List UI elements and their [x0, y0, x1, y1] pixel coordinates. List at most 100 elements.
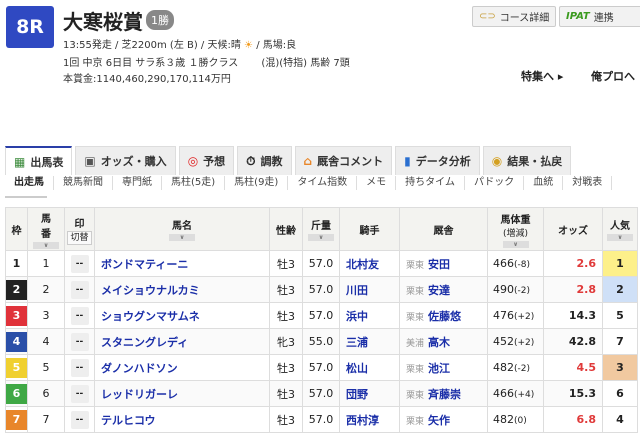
- mark-select[interactable]: --: [70, 358, 89, 377]
- odds-value[interactable]: 14.3: [543, 302, 603, 329]
- blog-link[interactable]: 俺プロへ: [591, 68, 635, 84]
- odds-value[interactable]: 42.8: [543, 328, 603, 355]
- tab-5[interactable]: ▮ データ分析: [395, 146, 480, 175]
- trainer-link[interactable]: 佐藤悠: [428, 310, 461, 323]
- frame-cell: 2: [5, 276, 28, 303]
- col-pop[interactable]: 人気 ∨: [602, 207, 638, 251]
- tab-label: オッズ・購入: [100, 155, 167, 168]
- col-umaban[interactable]: 馬 番 ∨: [27, 207, 65, 251]
- horse-name-link[interactable]: ダノンハドソン: [94, 354, 270, 381]
- odds-value[interactable]: 2.8: [543, 276, 603, 303]
- trainer-link[interactable]: 高木: [428, 336, 450, 349]
- trainer-link[interactable]: 矢作: [428, 414, 450, 427]
- toggle-button[interactable]: 切替: [67, 231, 92, 245]
- horse-name-link[interactable]: テルヒコウ: [94, 406, 270, 433]
- body-weight: 466(+4): [487, 380, 544, 407]
- mark-select[interactable]: --: [70, 332, 89, 351]
- mark-cell: --: [64, 406, 95, 433]
- sort-chevron-icon[interactable]: ∨: [502, 240, 529, 248]
- race-number: 8R: [6, 6, 54, 48]
- subtab-9[interactable]: 血統: [524, 176, 564, 190]
- tab-2[interactable]: ◎ 予想: [178, 146, 235, 175]
- entry-table: 枠 馬 番 ∨ 印切替 馬名 ∨ 性齢 斤量 ∨ 騎手 厩舎 馬体重 (増減) ∨ オッズ…: [5, 207, 638, 433]
- umaban-label: 馬 番: [41, 213, 51, 240]
- horse-name-link[interactable]: ボンドマティーニ: [94, 250, 270, 277]
- stable-location: 栗東: [406, 312, 425, 323]
- body-weight: 490(-2): [487, 276, 544, 303]
- jockey-link[interactable]: 北村友: [339, 250, 400, 277]
- body-weight-value: 490: [493, 283, 514, 296]
- body-label: 馬体重: [500, 214, 531, 226]
- stable-location: 栗東: [406, 286, 425, 297]
- sort-chevron-icon[interactable]: ∨: [169, 234, 195, 241]
- sort-chevron-icon[interactable]: ∨: [308, 234, 334, 241]
- jockey-link[interactable]: 団野: [339, 380, 400, 407]
- stable-location: 栗東: [406, 260, 425, 271]
- table-row: 4 4 -- スタニングレディ 牝3 55.0 三浦 美浦 高木 452(+2) …: [5, 328, 638, 355]
- tab-6[interactable]: ◉ 結果・払戻: [482, 146, 572, 175]
- horse-number: 5: [27, 354, 65, 381]
- subtab-1[interactable]: 競馬新聞: [54, 176, 113, 190]
- horse-name-link[interactable]: ショウグンマサムネ: [94, 302, 270, 329]
- popularity: 5: [602, 302, 638, 329]
- table-row: 7 7 -- テルヒコウ 牡3 57.0 西村淳 栗東 矢作 482(0) 6.8…: [5, 406, 638, 433]
- col-body[interactable]: 馬体重 (増減) ∨: [487, 207, 544, 251]
- mark-select[interactable]: --: [70, 280, 89, 299]
- sort-chevron-icon[interactable]: ∨: [607, 234, 633, 241]
- horse-name-link[interactable]: レッドリガーレ: [94, 380, 270, 407]
- tab-1[interactable]: ▣ オッズ・購入: [75, 146, 176, 175]
- subtab-6[interactable]: メモ: [357, 176, 397, 190]
- col-mark: 印切替: [64, 207, 95, 251]
- table-row: 2 2 -- メイショウナルカミ 牡3 57.0 川田 栗東 安達 490(-2)…: [5, 276, 638, 303]
- subtab-4[interactable]: 馬柱(9走): [225, 176, 289, 190]
- mark-select[interactable]: --: [70, 410, 89, 429]
- carried-weight: 57.0: [302, 406, 340, 433]
- subtab-10[interactable]: 対戦表: [563, 176, 613, 190]
- sex-age: 牡3: [269, 406, 303, 433]
- trainer-link[interactable]: 斉藤崇: [428, 388, 461, 401]
- table-row: 1 1 -- ボンドマティーニ 牡3 57.0 北村友 栗東 安田 466(-8)…: [5, 250, 638, 277]
- tab-0[interactable]: ▦ 出馬表: [5, 146, 73, 175]
- ipat-button[interactable]: IPAT 連携: [559, 6, 640, 27]
- col-name[interactable]: 馬名 ∨: [94, 207, 270, 251]
- odds-value[interactable]: 4.5: [543, 354, 603, 381]
- tab-3[interactable]: ⏱ 調教: [237, 146, 292, 175]
- col-jockey: 騎手: [339, 207, 400, 251]
- mark-select[interactable]: --: [70, 254, 89, 273]
- subtab-2[interactable]: 専門紙: [113, 176, 162, 190]
- stable-cell: 栗東 安田: [399, 250, 488, 277]
- odds-value[interactable]: 2.6: [543, 250, 603, 277]
- mark-select[interactable]: --: [70, 306, 89, 325]
- tab-4[interactable]: ⌂ 厩舎コメント: [294, 146, 393, 175]
- horse-name-link[interactable]: メイショウナルカミ: [94, 276, 270, 303]
- subtab-0[interactable]: 出走馬: [5, 176, 54, 190]
- trainer-link[interactable]: 安達: [428, 284, 450, 297]
- tab-label: 出馬表: [30, 155, 64, 169]
- sort-chevron-icon[interactable]: ∨: [33, 241, 59, 249]
- jockey-link[interactable]: 松山: [339, 354, 400, 381]
- feature-link[interactable]: 特集へ ▸: [521, 68, 563, 84]
- race-time-course: 13:55発走 / 芝2200m (左 B) / 天候:晴: [63, 40, 241, 51]
- tab-label: 予想: [203, 155, 226, 168]
- odds-value[interactable]: 6.8: [543, 406, 603, 433]
- jockey-link[interactable]: 浜中: [339, 302, 400, 329]
- stable-location: 美浦: [406, 338, 425, 349]
- frame-cell: 3: [5, 302, 28, 329]
- mark-select[interactable]: --: [70, 384, 89, 403]
- jockey-link[interactable]: 西村淳: [339, 406, 400, 433]
- course-detail-button[interactable]: ⊂⊃ コース詳細: [472, 6, 557, 27]
- odds-value[interactable]: 15.3: [543, 380, 603, 407]
- subtab-3[interactable]: 馬柱(5走): [162, 176, 226, 190]
- subtab-7[interactable]: 持ちタイム: [396, 176, 465, 190]
- trainer-link[interactable]: 安田: [428, 258, 450, 271]
- table-row: 3 3 -- ショウグンマサムネ 牡3 57.0 浜中 栗東 佐藤悠 476(+2…: [5, 302, 638, 329]
- trainer-link[interactable]: 池江: [428, 362, 450, 375]
- jockey-link[interactable]: 三浦: [339, 328, 400, 355]
- col-weight[interactable]: 斤量 ∨: [302, 207, 340, 251]
- subtab-8[interactable]: パドック: [465, 176, 525, 190]
- jockey-link[interactable]: 川田: [339, 276, 400, 303]
- mark-cell: --: [64, 354, 95, 381]
- horse-name-link[interactable]: スタニングレディ: [94, 328, 270, 355]
- col-stable: 厩舎: [399, 207, 488, 251]
- subtab-5[interactable]: タイム指数: [288, 176, 358, 190]
